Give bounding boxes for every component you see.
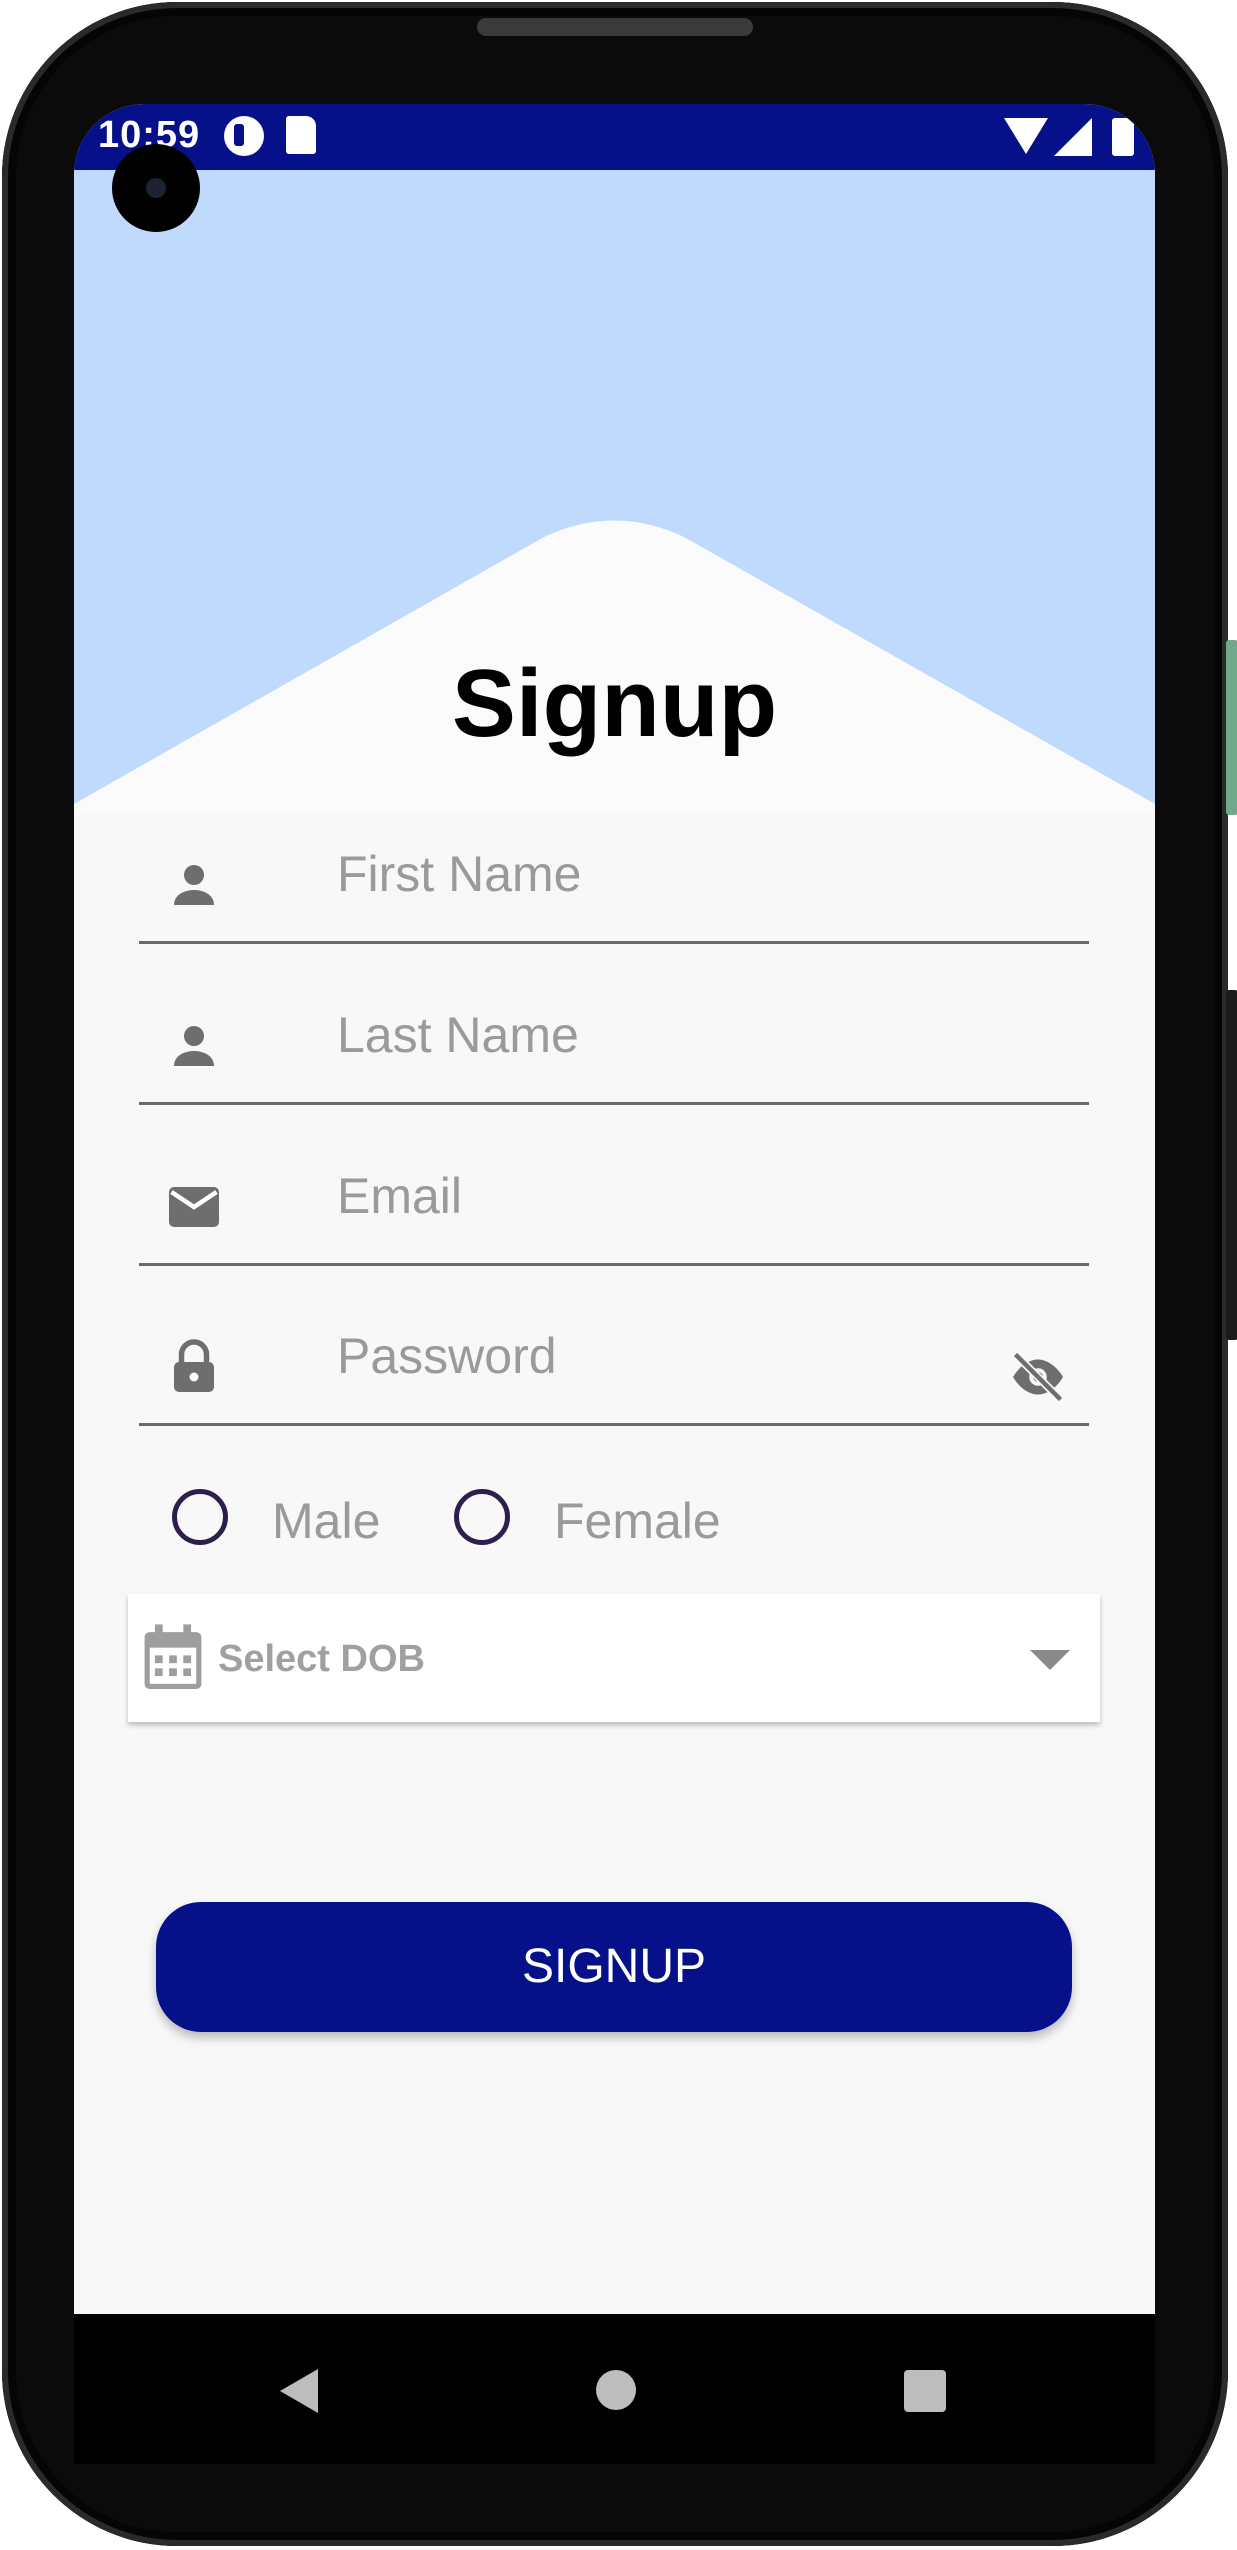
navigation-bar: [74, 2314, 1155, 2464]
back-icon[interactable]: [280, 2369, 318, 2413]
lock-icon: [174, 1339, 214, 1392]
speaker-grille: [477, 18, 753, 36]
password-field[interactable]: Password: [139, 1297, 1089, 1426]
chevron-down-icon: [1030, 1650, 1070, 1670]
recents-icon[interactable]: [904, 2370, 946, 2412]
power-button: [1226, 990, 1237, 1340]
female-radio[interactable]: [454, 1489, 510, 1545]
first-name-field[interactable]: First Name: [139, 815, 1089, 944]
female-label[interactable]: Female: [554, 1492, 721, 1550]
male-radio[interactable]: [172, 1489, 228, 1545]
person-icon: [174, 865, 214, 905]
screen: 10:59 Signup First Name Last Name Email …: [74, 104, 1155, 2314]
page-title: Signup: [451, 650, 778, 757]
header-shape: [74, 520, 1155, 924]
calendar-icon: [144, 1624, 202, 1689]
email-placeholder: Email: [337, 1168, 463, 1224]
last-name-field[interactable]: Last Name: [139, 976, 1089, 1105]
side-button: [1226, 640, 1237, 815]
dob-select[interactable]: Select DOB: [128, 1594, 1100, 1722]
dob-label: Select DOB: [218, 1638, 425, 1680]
eye-off-icon[interactable]: [1007, 1347, 1069, 1407]
password-placeholder: Password: [337, 1328, 557, 1384]
person-icon: [174, 1026, 214, 1066]
home-icon[interactable]: [596, 2370, 636, 2410]
front-camera: [112, 144, 200, 232]
mail-icon: [169, 1187, 219, 1227]
male-label[interactable]: Male: [272, 1492, 380, 1550]
first-name-placeholder: First Name: [337, 846, 582, 902]
email-field[interactable]: Email: [139, 1137, 1089, 1266]
last-name-placeholder: Last Name: [337, 1007, 579, 1063]
signup-button[interactable]: SIGNUP: [156, 1902, 1072, 2032]
